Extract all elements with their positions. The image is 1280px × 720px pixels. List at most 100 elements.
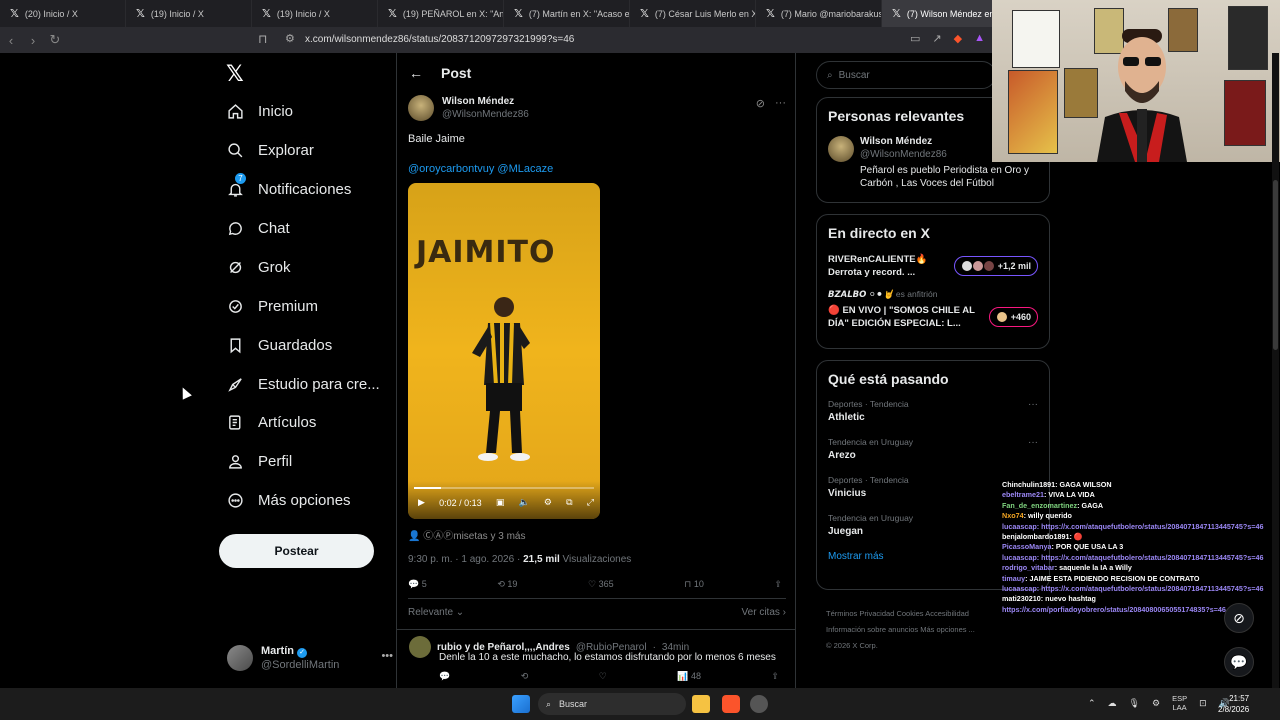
nav-item-chat[interactable]: Chat bbox=[226, 219, 290, 237]
url-text[interactable]: x.com/wilsonmendez86/status/208371209729… bbox=[305, 34, 574, 45]
share-icon[interactable]: ⇪ bbox=[771, 671, 779, 682]
avatar[interactable] bbox=[408, 95, 434, 121]
grok-icon[interactable]: ⊘ bbox=[756, 97, 765, 110]
taskbar-search[interactable]: ⌕ Buscar bbox=[538, 693, 686, 715]
live-listeners-pill[interactable]: +460 bbox=[988, 307, 1038, 327]
page-title: Post bbox=[441, 65, 472, 81]
file-explorer-icon[interactable] bbox=[692, 695, 710, 713]
verified-icon: ✓ bbox=[297, 648, 307, 658]
brave-shield-icon[interactable]: ◆ bbox=[954, 32, 962, 45]
live-text: RIVERenCALIENTE🔥 Derrota y record. ... bbox=[828, 254, 928, 278]
post-video[interactable]: JAIMITO ▶ 0:02 / 0:13 ▣ 🔈 ⚙ ⧉ ⤢ bbox=[408, 183, 600, 519]
fullscreen-icon[interactable]: ⤢ bbox=[587, 497, 594, 508]
chevron-up-icon[interactable]: ⌃ bbox=[1088, 698, 1096, 709]
play-icon[interactable]: ▶ bbox=[418, 497, 425, 508]
onedrive-icon[interactable]: ☁ bbox=[1108, 698, 1117, 709]
more-dots-icon[interactable]: ··· bbox=[1028, 399, 1038, 410]
browser-tab[interactable]: 𝕏 (7) Mario @mariobarakus bbox=[756, 0, 882, 27]
views-icon[interactable]: 📊 48 bbox=[677, 671, 701, 682]
more-dots-icon[interactable]: ··· bbox=[775, 97, 786, 110]
obs-icon[interactable] bbox=[750, 695, 768, 713]
nav-item-explorar[interactable]: Explorar bbox=[226, 141, 314, 159]
more-dots-icon[interactable]: ••• bbox=[381, 650, 393, 662]
browser-tab[interactable]: 𝕏 (19) PEÑAROL en X: "Anot bbox=[378, 0, 504, 27]
live-item[interactable]: 🔴 EN VIVO | "SOMOS CHILE AL DÍA" EDICIÓN… bbox=[828, 304, 1038, 330]
bookmark-page-icon[interactable]: ⊓ bbox=[258, 32, 267, 46]
bookmark-button[interactable]: ⊓ 10 bbox=[684, 579, 704, 590]
language-indicator[interactable]: ESP LAA bbox=[1172, 694, 1187, 712]
avatar[interactable] bbox=[409, 636, 431, 658]
forward-arrow-icon[interactable]: › bbox=[22, 33, 44, 48]
browser-tab[interactable]: 𝕏 (19) Inicio / X bbox=[126, 0, 252, 27]
nav-item-articulos[interactable]: Artículos bbox=[226, 413, 316, 431]
share-icon[interactable]: ↗ bbox=[932, 32, 941, 45]
pip-icon[interactable]: ⧉ bbox=[566, 497, 572, 508]
mic-icon[interactable]: 🎙 bbox=[1129, 698, 1140, 709]
browser-tab[interactable]: 𝕏 (20) Inicio / X bbox=[0, 0, 126, 27]
rewards-icon[interactable]: ▲ bbox=[974, 32, 985, 45]
trend-item[interactable]: Deportes · Tendencia Athletic ··· bbox=[828, 399, 1038, 423]
author-handle[interactable]: @WilsonMendez86 bbox=[442, 108, 529, 121]
video-progress-bar[interactable] bbox=[414, 487, 594, 489]
browser-tab[interactable]: 𝕏 (19) Inicio / X bbox=[252, 0, 378, 27]
view-quotes-link[interactable]: Ver citas › bbox=[742, 607, 786, 618]
footer-line[interactable]: Términos Privacidad Cookies Accesibilida… bbox=[826, 606, 1006, 622]
clock[interactable]: 21:57 2/8/2026 bbox=[1218, 693, 1249, 715]
back-arrow-icon[interactable]: ← bbox=[409, 65, 423, 81]
share-icon[interactable]: ⇪ bbox=[774, 579, 782, 590]
volume-icon[interactable]: 🔈 bbox=[519, 497, 530, 508]
search-input[interactable]: ⌕ Buscar bbox=[816, 61, 996, 89]
tab-label: (19) Inicio / X bbox=[276, 8, 330, 19]
like-icon[interactable]: ♡ bbox=[599, 671, 607, 682]
windows-taskbar: ⌕ Buscar ⌃ ☁ 🎙 ⚙ ESP LAA ⊡ 🔊 21:57 2/8/20… bbox=[0, 688, 1280, 720]
chat-username: Fan_de_enzomartinez bbox=[1002, 500, 1078, 510]
post-mentions[interactable]: @oroycarbontvuy @MLacaze bbox=[408, 163, 786, 175]
trend-item[interactable]: Tendencia en Uruguay Arezo ··· bbox=[828, 437, 1038, 461]
browser-tab[interactable]: 𝕏 (7) Martín en X: "Acaso el bbox=[504, 0, 630, 27]
x-logo-icon[interactable]: 𝕏 bbox=[226, 61, 244, 87]
repost-button[interactable]: ⟲ 19 bbox=[497, 579, 517, 590]
post-author[interactable]: Wilson Méndez @WilsonMendez86 bbox=[408, 95, 786, 121]
nav-item-premium[interactable]: Premium bbox=[226, 297, 318, 315]
page-scrollbar[interactable] bbox=[1272, 53, 1279, 688]
browser-tab[interactable]: 𝕏 (7) César Luis Merlo en X bbox=[630, 0, 756, 27]
captions-icon[interactable]: ▣ bbox=[496, 497, 505, 508]
nav-item-perfil[interactable]: Perfil bbox=[226, 452, 292, 470]
poster-image bbox=[1224, 80, 1266, 146]
live-listeners-pill[interactable]: +1,2 mil bbox=[953, 256, 1038, 276]
reply-author-handle[interactable]: @RubioPenarol bbox=[576, 642, 647, 653]
post-button[interactable]: Postear bbox=[219, 534, 374, 568]
reload-icon[interactable]: ↻ bbox=[44, 32, 66, 48]
avatar[interactable] bbox=[828, 136, 854, 162]
live-item[interactable]: RIVERenCALIENTE🔥 Derrota y record. ... +… bbox=[828, 253, 1038, 279]
settings-gear-icon[interactable]: ⚙ bbox=[1152, 698, 1160, 709]
nav-item-notificaciones[interactable]: 7 Notificaciones bbox=[226, 173, 351, 198]
reply-button[interactable]: 💬 5 bbox=[408, 579, 427, 590]
reply-author-name[interactable]: rubio y de Peñarol,,,,Andres bbox=[437, 642, 570, 653]
windows-start-icon[interactable] bbox=[512, 695, 530, 713]
nav-item-guardados[interactable]: Guardados bbox=[226, 336, 332, 354]
nav-item-grok[interactable]: Grok bbox=[226, 258, 291, 276]
network-icon[interactable]: ⊡ bbox=[1199, 698, 1207, 709]
nav-item-mas-opciones[interactable]: Más opciones bbox=[226, 491, 351, 509]
tagged-users[interactable]: 👤 ⒸⒶⓅmisetas y 3 más bbox=[408, 527, 786, 542]
browser-tab[interactable]: 𝕏 (7) Wilson Méndez en bbox=[882, 0, 1008, 27]
cast-icon[interactable]: ▭ bbox=[910, 32, 920, 45]
account-switcher[interactable]: Martín ✓ @SordelliMartin ••• bbox=[227, 644, 393, 672]
reply-icon[interactable]: 💬 bbox=[439, 671, 450, 682]
scrollbar-thumb[interactable] bbox=[1273, 180, 1278, 350]
more-dots-icon[interactable]: ··· bbox=[1028, 437, 1038, 448]
like-button[interactable]: ♡ 365 bbox=[588, 579, 614, 590]
footer-line[interactable]: Información sobre anuncios Más opciones … bbox=[826, 622, 1006, 638]
brave-browser-icon[interactable] bbox=[722, 695, 740, 713]
chat-float-icon[interactable]: 💬 bbox=[1224, 647, 1254, 677]
nav-item-estudio[interactable]: Estudio para cre... bbox=[226, 375, 380, 393]
site-info-icon[interactable]: ⚙ bbox=[285, 32, 295, 45]
back-arrow-icon[interactable]: ‹ bbox=[0, 33, 22, 48]
settings-icon[interactable]: ⚙ bbox=[544, 497, 552, 508]
author-name[interactable]: Wilson Méndez bbox=[442, 95, 529, 108]
reply-post[interactable]: rubio y de Peñarol,,,,Andres @RubioPenar… bbox=[397, 629, 795, 682]
repost-icon[interactable]: ⟲ bbox=[521, 671, 529, 682]
sort-dropdown[interactable]: Relevante ⌄ bbox=[408, 607, 464, 618]
nav-item-inicio[interactable]: Inicio bbox=[226, 102, 293, 120]
